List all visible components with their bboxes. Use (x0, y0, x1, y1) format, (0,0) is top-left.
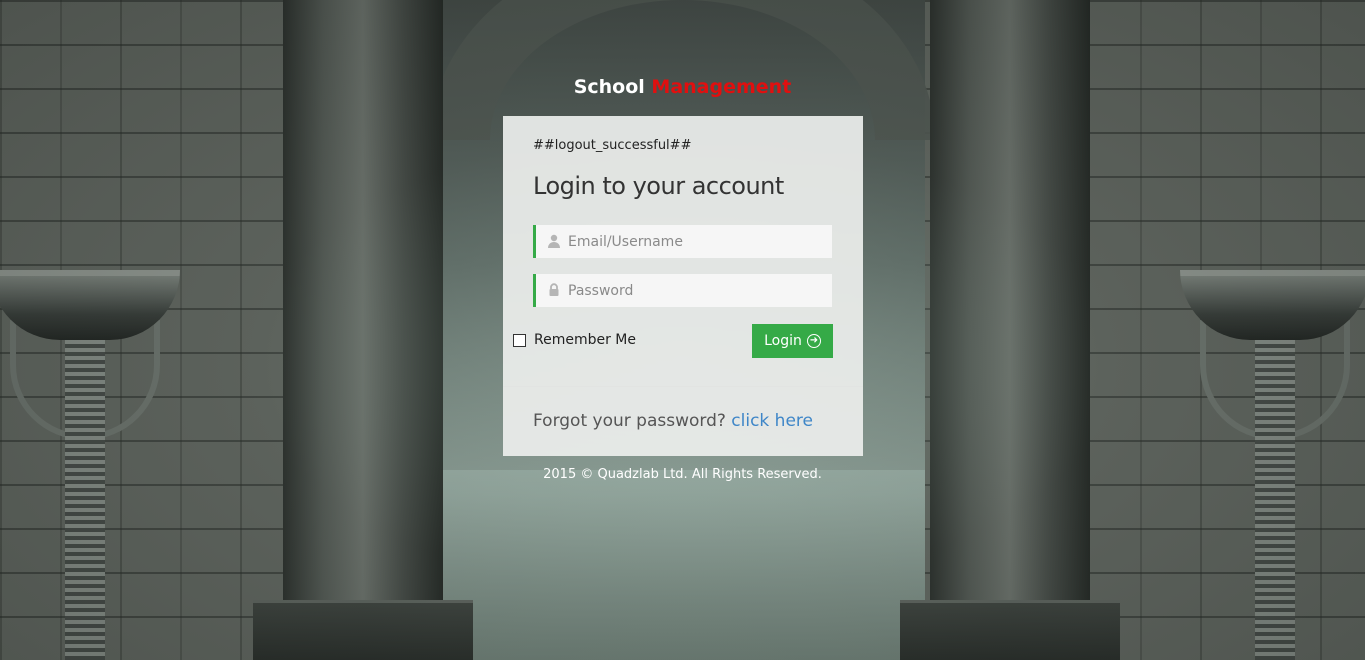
panel-divider (503, 386, 863, 387)
login-button-label: Login (764, 333, 802, 349)
forgot-password-link[interactable]: click here (731, 411, 813, 431)
password-field (533, 274, 832, 307)
password-input[interactable] (568, 274, 828, 307)
brand-part-school: School (573, 76, 645, 98)
login-panel: ##logout_successful## Login to your acco… (503, 116, 863, 456)
login-heading: Login to your account (533, 172, 784, 200)
remember-me-checkbox[interactable] (513, 333, 526, 347)
username-input[interactable] (568, 225, 828, 258)
brand-part-management: Management (651, 76, 792, 98)
login-button[interactable]: Login ➜ (752, 324, 833, 358)
status-message: ##logout_successful## (533, 138, 692, 153)
lock-icon (547, 283, 561, 297)
username-field (533, 225, 832, 258)
remember-me-label: Remember Me (534, 332, 636, 348)
arrow-circle-right-icon: ➜ (806, 334, 821, 348)
forgot-password-text: Forgot your password? (533, 411, 726, 431)
remember-me[interactable]: Remember Me (513, 332, 636, 348)
forgot-password: Forgot your password? click here (533, 411, 813, 431)
brand-logo: School Management (0, 76, 1365, 98)
user-icon (547, 234, 561, 248)
footer-copyright: 2015 © Quadzlab Ltd. All Rights Reserved… (543, 467, 822, 482)
